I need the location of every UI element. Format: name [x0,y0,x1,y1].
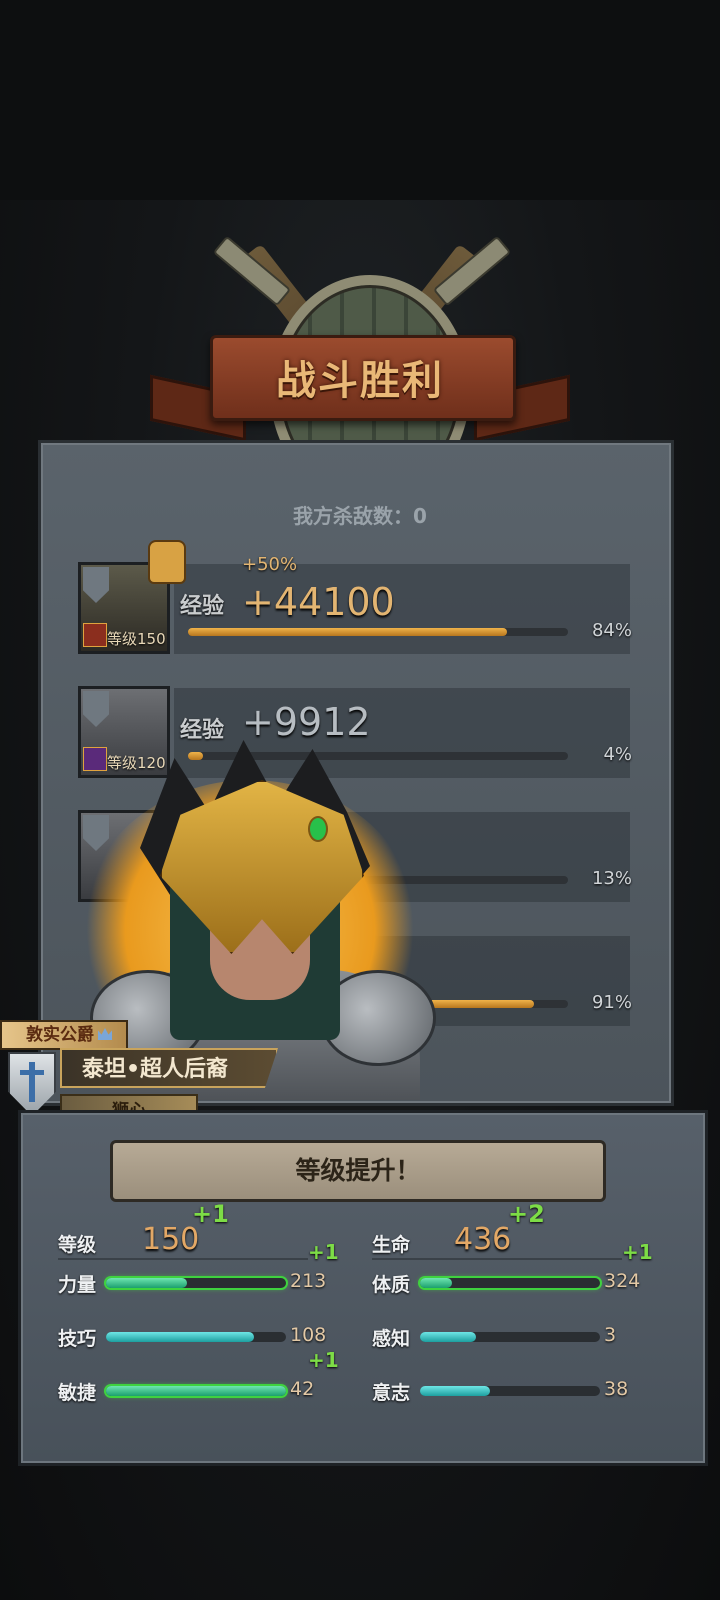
hero-illustration [90,720,436,1100]
hero-name: 泰坦•超人后裔 [82,1057,229,1082]
hero-exp-row: 等级150 经验 +50% +44100 84% [78,540,638,654]
exp-value: +44100 [242,580,395,624]
class-shield-icon [83,567,109,603]
stat-value: 324 [604,1270,641,1292]
crown-icon [98,1028,112,1040]
stat-bar-fill [106,1332,254,1342]
stat-bar [420,1386,600,1396]
beast-tag-icon [83,623,107,647]
stat-bar [106,1278,286,1288]
stat-label: 意志 [372,1382,411,1404]
hp-plus: +2 [508,1200,545,1228]
kill-count: 我方杀敌数：0 [293,504,427,528]
divider [58,1258,308,1260]
hp-value: 436 [454,1222,512,1257]
stat-plus: +1 [308,1348,339,1372]
victory-title: 战斗胜利 [276,358,444,404]
stat-bar-fill [420,1386,491,1396]
stat-value: 3 [604,1324,617,1346]
level-plus: +1 [192,1200,229,1228]
stat-label: 感知 [372,1328,411,1350]
shield-sword-hilt [20,1070,44,1075]
exp-percent: 91% [591,992,632,1013]
exp-progress-fill [188,628,508,636]
stat-bar-fill [106,1386,286,1396]
stat-value: 38 [604,1378,629,1400]
stat-plus: +1 [308,1240,339,1264]
level-value: 150 [142,1222,200,1257]
thumbs-up-icon [148,540,186,584]
stat-label: 力量 [58,1274,97,1296]
exp-percent: 13% [591,868,632,889]
stat-bar [420,1332,600,1342]
exp-percent: 84% [591,620,632,641]
divider [372,1258,622,1260]
stat-plus: +1 [622,1240,653,1264]
stat-bar-fill [420,1332,476,1342]
stat-value: 108 [290,1324,327,1346]
level-label: 等级 [58,1234,97,1256]
hero-name-plate: 泰坦•超人后裔 [60,1048,278,1088]
exp-label: 经验 [180,594,225,619]
helmet-gem [308,816,328,842]
stat-bar-fill [106,1278,187,1288]
hero-level: 等级150 [107,630,166,648]
stat-value: 42 [290,1378,315,1400]
hp-label: 生命 [372,1234,411,1256]
level-up-title: 等级提升！ [110,1140,606,1202]
stat-bar [420,1278,600,1288]
stat-label: 技巧 [58,1328,97,1350]
shield-sword-blade [29,1062,35,1102]
exp-bonus: +50% [242,554,298,575]
stat-label: 体质 [372,1274,411,1296]
top-shadow [0,0,720,200]
stat-bar [106,1386,286,1396]
stat-bar-fill [420,1278,453,1288]
exp-percent: 4% [603,744,632,765]
stat-value: 213 [290,1270,327,1292]
stat-label: 敏捷 [58,1382,97,1404]
noble-title-text: 敦实公爵 [26,1025,94,1045]
noble-title-badge: 敦实公爵 [0,1020,128,1050]
exp-progress-bar [188,628,568,636]
stat-bar [106,1332,286,1342]
